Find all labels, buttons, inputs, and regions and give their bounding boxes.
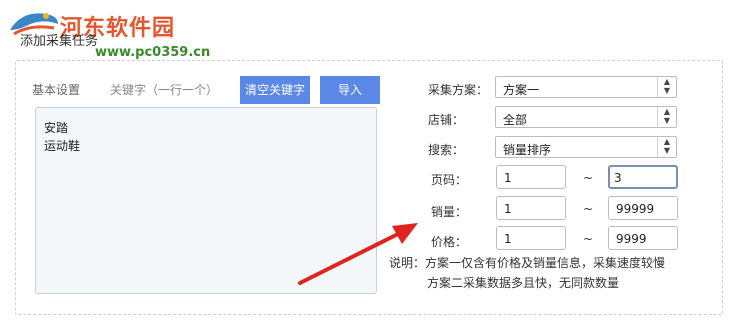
- dialog-title: 添加采集任务: [20, 34, 99, 49]
- price-range-separator: ~: [583, 232, 594, 246]
- tab-basic-settings[interactable]: 基本设置: [32, 81, 80, 98]
- page-from-value: 1: [504, 171, 512, 185]
- price-from-input[interactable]: 1: [496, 226, 566, 250]
- keyword-line: 运动鞋: [44, 139, 81, 153]
- shop-select[interactable]: 全部 ▲ ▼: [495, 106, 677, 128]
- price-label: 价格：: [431, 235, 468, 249]
- search-label: 搜索：: [428, 143, 465, 157]
- sales-range-separator: ~: [583, 202, 594, 216]
- import-button[interactable]: 导入: [320, 76, 380, 104]
- sales-label: 销量：: [431, 205, 468, 219]
- up-down-spinner-icon[interactable]: ▲ ▼: [657, 77, 676, 97]
- price-to-input[interactable]: 9999: [608, 226, 678, 250]
- clear-keywords-button[interactable]: 清空关键字: [240, 76, 310, 104]
- price-to-value: 9999: [616, 232, 647, 246]
- sales-from-value: 1: [504, 202, 512, 216]
- price-from-value: 1: [504, 232, 512, 246]
- keyword-line: 安踏: [44, 121, 69, 135]
- note-line-1: 说明：方案一仅含有价格及销量信息，采集速度较慢: [389, 256, 666, 270]
- keywords-textarea[interactable]: 安踏 运动鞋: [35, 107, 377, 294]
- shop-label: 店铺：: [428, 113, 465, 127]
- scheme-select[interactable]: 方案一 ▲ ▼: [495, 76, 677, 98]
- shop-value: 全部: [503, 113, 528, 127]
- page-to-value: 3: [614, 171, 622, 185]
- scheme-value: 方案一: [503, 83, 540, 97]
- page-label: 页码：: [431, 173, 468, 187]
- search-select[interactable]: 销量排序 ▲ ▼: [495, 136, 677, 158]
- search-value: 销量排序: [503, 143, 552, 157]
- sales-from-input[interactable]: 1: [496, 196, 566, 220]
- scheme-label: 采集方案：: [428, 83, 489, 97]
- note-line-2: 方案二采集数据多且快，无同款数量: [427, 276, 620, 290]
- tab-keywords[interactable]: 关键字（一行一个）: [110, 81, 218, 98]
- watermark-url: www.pc0359.cn: [95, 45, 211, 60]
- page-to-input[interactable]: 3: [608, 165, 678, 189]
- sales-to-input[interactable]: 99999: [608, 196, 678, 220]
- page-from-input[interactable]: 1: [496, 165, 566, 189]
- sales-to-value: 99999: [616, 202, 655, 216]
- up-down-spinner-icon[interactable]: ▲ ▼: [657, 137, 676, 157]
- page-range-separator: ~: [583, 171, 594, 185]
- up-down-spinner-icon[interactable]: ▲ ▼: [657, 107, 676, 127]
